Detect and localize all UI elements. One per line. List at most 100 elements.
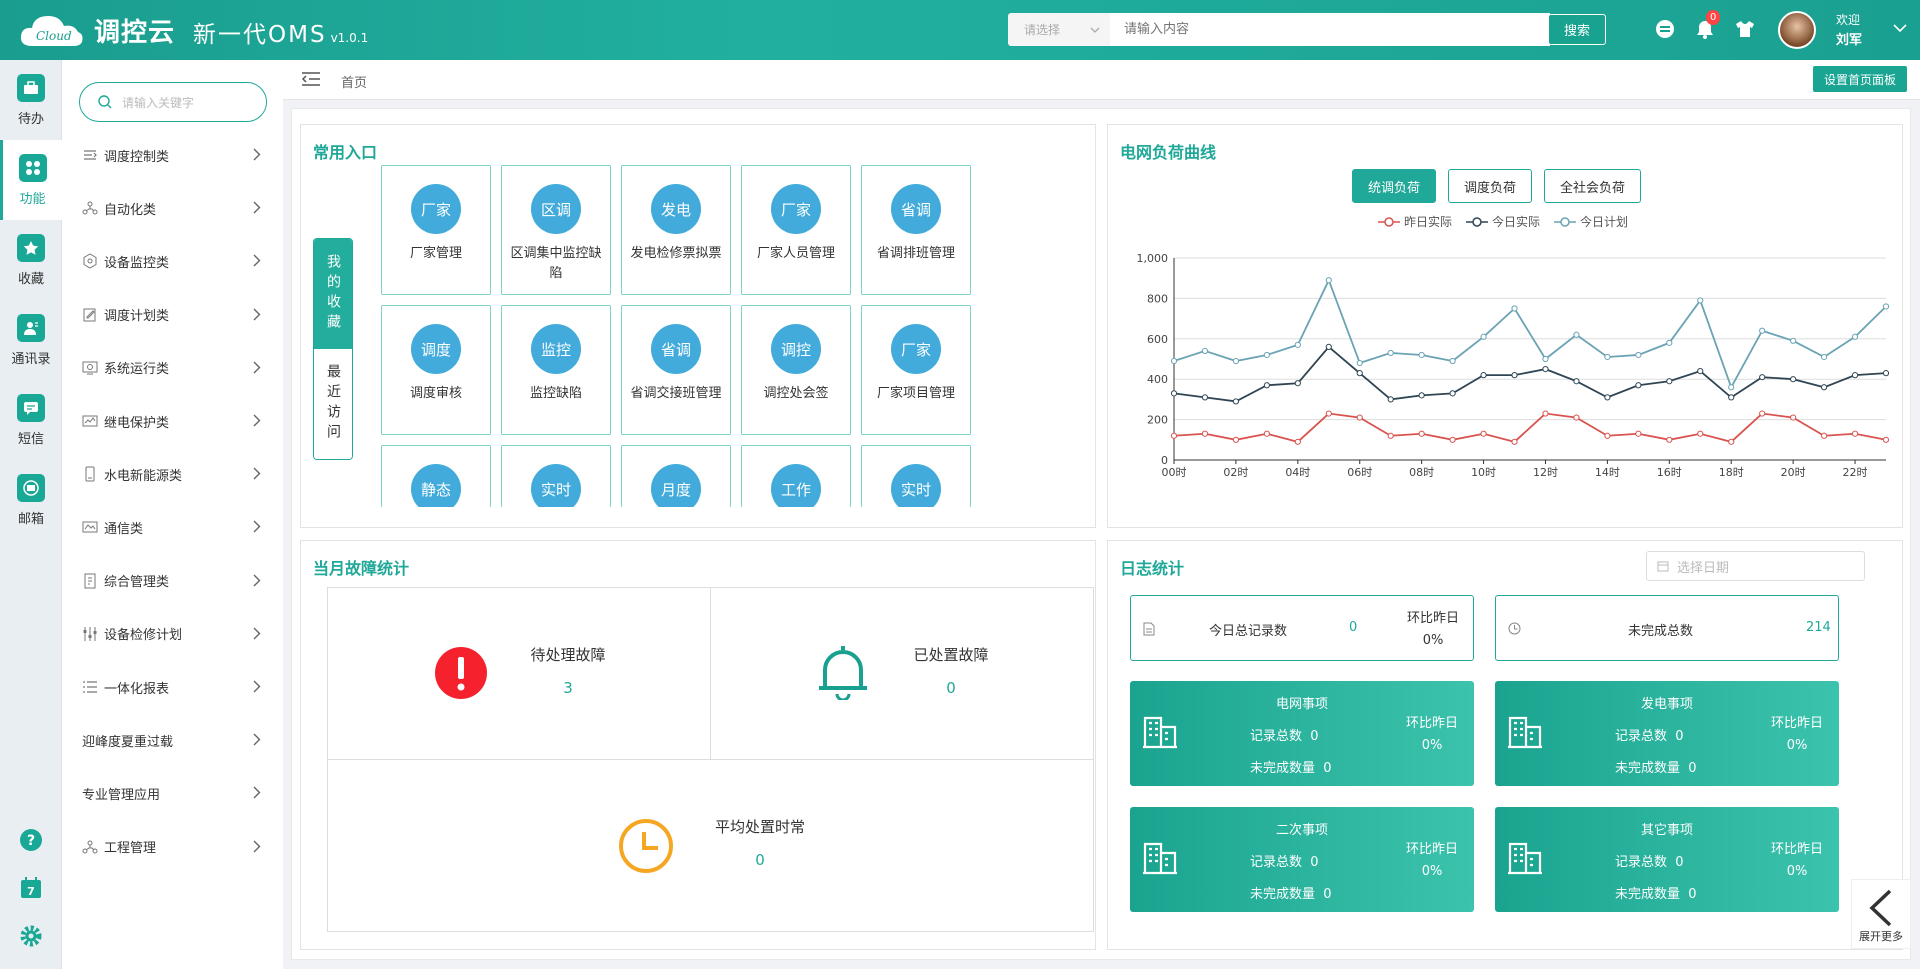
- data-point: [1263, 351, 1270, 359]
- chevron-down-icon[interactable]: [1893, 22, 1907, 37]
- theme-icon[interactable]: [1654, 18, 1676, 40]
- svg-text:?: ?: [27, 833, 35, 849]
- sidebar-menu-label: 工程管理: [104, 841, 157, 857]
- rail-item-favorites[interactable]: 收藏: [0, 220, 62, 300]
- set-home-panel-button[interactable]: 设置首页面板: [1812, 66, 1907, 92]
- entry-grid: 厂家 厂家管理 区调 区调集中监控缺陷 发电 发电检修票拟票 厂家 厂家人员管理 省调 省调排班管…: [381, 165, 971, 507]
- panel-title: 当月故障统计: [313, 559, 410, 578]
- data-point: [1356, 370, 1363, 377]
- user-greeting[interactable]: 欢迎 刘军: [1836, 10, 1862, 51]
- calendar-icon[interactable]: 7: [19, 876, 43, 900]
- entry-tile[interactable]: 厂家 厂家管理: [381, 165, 491, 295]
- entry-tile[interactable]: 省调 省调交接班管理: [621, 305, 731, 435]
- data-point: [1604, 432, 1611, 439]
- breadcrumb[interactable]: 首页: [341, 72, 367, 91]
- unfinished-total-card[interactable]: 未完成总数 214: [1495, 595, 1839, 661]
- search-button[interactable]: 搜索: [1548, 14, 1606, 45]
- phone-icon: [82, 466, 98, 482]
- search-input[interactable]: [1110, 13, 1550, 46]
- shirt-icon[interactable]: [1734, 18, 1756, 40]
- data-point: [1232, 357, 1240, 365]
- entry-tile[interactable]: 调度 调度审核: [381, 305, 491, 435]
- legend-item[interactable]: 今日实际: [1466, 213, 1540, 230]
- rail-item-todo[interactable]: 待办: [0, 60, 62, 140]
- sidebar-menu-item[interactable]: 系统运行类: [62, 348, 283, 388]
- sidebar-menu-item[interactable]: 调度计划类: [62, 295, 283, 335]
- entry-tile[interactable]: 实时: [861, 445, 971, 507]
- sidebar-search[interactable]: 请输入关键字: [79, 82, 267, 122]
- sidebar-menu-item[interactable]: 综合管理类: [62, 561, 283, 601]
- collapse-menu-icon[interactable]: [301, 71, 321, 91]
- entry-tile[interactable]: 发电 发电检修票拟票: [621, 165, 731, 295]
- sidebar-menu-item[interactable]: 调度控制类: [62, 135, 283, 175]
- rail-label: 待办: [17, 111, 44, 127]
- rail-item-contacts[interactable]: 通讯录: [0, 300, 62, 380]
- app-logo[interactable]: Cloud 调控云: [18, 8, 175, 52]
- sidebar-menu-label: 自动化类: [104, 202, 157, 218]
- tab-unified-load[interactable]: 统调负荷: [1352, 169, 1437, 203]
- rail-item-sms[interactable]: 短信: [0, 380, 62, 460]
- monthly-fault-panel: 当月故障统计 待处理故障 3 已处置故障 0 平均处置时常 0: [300, 540, 1096, 950]
- x-tick-label: 10时: [1471, 466, 1496, 479]
- expand-more-button[interactable]: 展开更多: [1851, 879, 1911, 949]
- sidebar-menu-item[interactable]: 设备监控类: [62, 241, 283, 281]
- today-total-card[interactable]: 今日总记录数 0 环比昨日 0%: [1130, 595, 1474, 661]
- tab-society-load[interactable]: 全社会负荷: [1544, 169, 1642, 203]
- sidebar-menu-item[interactable]: 水电新能源类: [62, 454, 283, 494]
- data-point: [1728, 384, 1735, 391]
- user-avatar[interactable]: [1778, 11, 1816, 49]
- entry-tile[interactable]: 厂家 厂家人员管理: [741, 165, 851, 295]
- sidebar-menu-item[interactable]: 一体化报表: [62, 667, 283, 707]
- help-icon[interactable]: ?: [19, 828, 43, 852]
- rail-label: 通讯录: [11, 351, 51, 367]
- rail-item-mail[interactable]: 邮箱: [0, 460, 62, 540]
- compare-label: 环比昨日: [1407, 611, 1460, 626]
- tab-dispatch-load[interactable]: 调度负荷: [1448, 169, 1533, 203]
- pending-fault-card[interactable]: 待处理故障 3: [327, 587, 711, 760]
- entry-tile[interactable]: 省调 省调排班管理: [861, 165, 971, 295]
- entry-tile[interactable]: 月度: [621, 445, 731, 507]
- sidebar-menu-item[interactable]: 继电保护类: [62, 401, 283, 441]
- sidebar-menu-item[interactable]: 专业管理应用: [62, 773, 283, 813]
- entry-tile[interactable]: 调控 调控处会签: [741, 305, 851, 435]
- legend-item[interactable]: 昨日实际: [1378, 213, 1452, 230]
- event-unfinished-row: 未完成数量 0: [1250, 757, 1332, 776]
- entry-tile[interactable]: 实时: [501, 445, 611, 507]
- entry-tile[interactable]: 区调 区调集中监控缺陷: [501, 165, 611, 295]
- date-picker[interactable]: 选择日期: [1646, 551, 1865, 581]
- avg-handling-card[interactable]: 平均处置时常 0: [327, 759, 1094, 932]
- data-point: [1294, 341, 1301, 348]
- sidebar-menu-label: 继电保护类: [104, 415, 170, 431]
- sidebar-menu-item[interactable]: 通信类: [62, 507, 283, 547]
- chevron-right-icon: [253, 148, 261, 161]
- legend-item[interactable]: 今日计划: [1554, 213, 1628, 230]
- rail-item-functions[interactable]: 功能: [0, 140, 62, 220]
- entry-tile[interactable]: 厂家 厂家项目管理: [861, 305, 971, 435]
- event-compare-label: 环比昨日: [1771, 716, 1824, 731]
- entry-tile[interactable]: 监控 监控缺陷: [501, 305, 611, 435]
- search-select-placeholder: 请选择: [1024, 23, 1061, 37]
- bell-icon[interactable]: 0: [1694, 10, 1721, 40]
- entry-tile[interactable]: 工作: [741, 445, 851, 507]
- global-search: 请选择 搜索: [1008, 13, 1606, 46]
- event-card[interactable]: 二次事项 记录总数 0 未完成数量 0 环比昨日 0%: [1130, 807, 1474, 912]
- entry-tile[interactable]: 静态: [381, 445, 491, 507]
- settings-gear-icon[interactable]: [19, 924, 43, 948]
- data-point: [1604, 353, 1611, 361]
- data-point: [1480, 333, 1487, 340]
- sidebar-menu-item[interactable]: 迎峰度夏重过载: [62, 720, 283, 760]
- event-compare-value: 0%: [1421, 738, 1443, 753]
- event-compare-value: 0%: [1421, 864, 1443, 879]
- handled-fault-card[interactable]: 已处置故障 0: [710, 587, 1094, 760]
- sidebar-menu-item[interactable]: 自动化类: [62, 188, 283, 228]
- event-card[interactable]: 其它事项 记录总数 0 未完成数量 0 环比昨日 0%: [1495, 807, 1839, 912]
- event-card[interactable]: 电网事项 记录总数 0 未完成数量 0 环比昨日 0%: [1130, 681, 1474, 786]
- sidebar-menu-item[interactable]: 工程管理: [62, 827, 283, 867]
- search-type-select[interactable]: 请选择: [1008, 13, 1110, 46]
- event-card[interactable]: 发电事项 记录总数 0 未完成数量 0 环比昨日 0%: [1495, 681, 1839, 786]
- event-total-value: 0: [1310, 729, 1319, 744]
- sidebar-menu-item[interactable]: 设备检修计划: [62, 614, 283, 654]
- pending-fault-value: 3: [563, 679, 573, 697]
- tab-my-favorites[interactable]: 我的收藏: [314, 239, 352, 349]
- tab-recent-visits[interactable]: 最近访问: [314, 349, 352, 459]
